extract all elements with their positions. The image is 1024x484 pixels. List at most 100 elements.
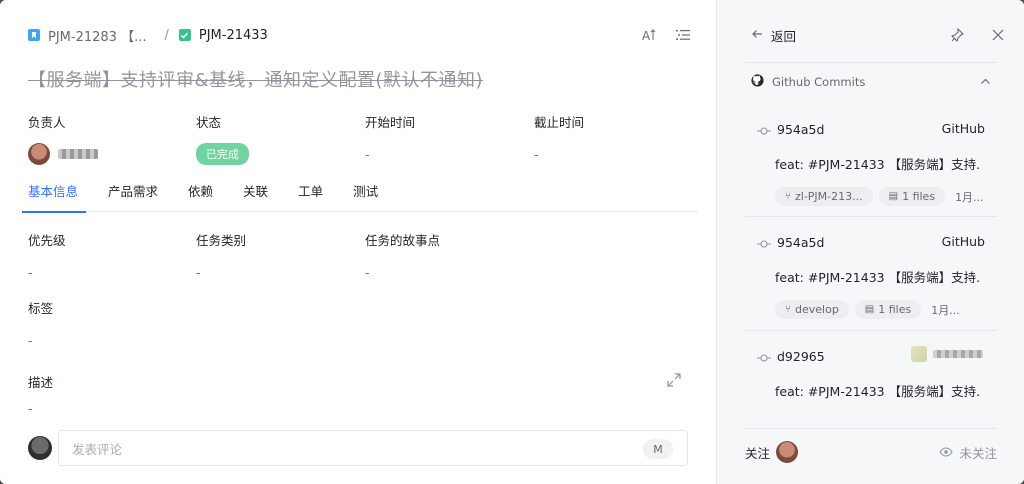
status-label: 状态 (196, 115, 222, 130)
story-points-value: - (365, 265, 370, 280)
pin-icon[interactable] (949, 26, 967, 44)
tags-value: - (28, 333, 33, 348)
commit-message: feat: #PJM-21433 【服务端】支持... (775, 270, 980, 285)
commit-message: feat: #PJM-21433 【服务端】支持... (775, 384, 980, 399)
task-type-value: - (196, 265, 201, 280)
priority-label: 优先级 (28, 233, 66, 248)
breadcrumb-parent-link[interactable]: PJM-21283 【... (48, 26, 146, 45)
task-type-field[interactable]: 任务类别 - (196, 230, 246, 280)
due-date-field[interactable]: 截止时间 - (534, 112, 584, 165)
description-field[interactable]: 描述 - (28, 372, 53, 416)
scroll-fade (745, 404, 997, 428)
close-icon[interactable] (989, 26, 1007, 44)
commit-hash[interactable]: 954a5d (777, 122, 824, 137)
tab-relations[interactable]: 关联 (243, 182, 268, 212)
panel-toolbar (949, 26, 1007, 44)
commit-date: 1月... (955, 190, 984, 204)
commit-date: 1月... (931, 303, 960, 317)
bookmark-icon (28, 29, 40, 41)
chevron-up-icon[interactable] (980, 76, 991, 90)
tab-tickets[interactable]: 工单 (298, 182, 323, 212)
arrow-left-icon (751, 28, 763, 44)
footer-divider (745, 428, 997, 429)
page-title: 【服务端】支持评审&基线，通知定义配置(默认不通知) (28, 70, 484, 91)
follow-bar: 关注 未关注 (745, 438, 997, 466)
header-toolbar: A (640, 26, 692, 44)
start-date-label: 开始时间 (365, 115, 416, 130)
commit-divider (745, 330, 997, 331)
tab-product-requirements[interactable]: 产品需求 (108, 182, 158, 212)
commit-icon (757, 351, 771, 362)
files-chip[interactable]: ▤ 1 files (854, 300, 922, 319)
branch-name: zl-PJM-213... (795, 190, 863, 203)
detail-tabs: 基本信息 产品需求 依赖 关联 工单 测试 (21, 182, 698, 213)
story-points-label: 任务的故事点 (365, 233, 441, 248)
assignee-avatar (28, 143, 50, 165)
status-field[interactable]: 状态 已完成 (196, 112, 249, 165)
commit-icon (757, 237, 771, 248)
font-size-icon[interactable]: A (640, 26, 658, 44)
follower-avatar[interactable] (776, 441, 799, 463)
start-date-value: - (365, 146, 370, 162)
description-value: - (28, 401, 33, 416)
priority-field[interactable]: 优先级 - (28, 230, 66, 280)
breadcrumb: PJM-21283 【... / PJM-21433 (28, 26, 268, 45)
tab-tests[interactable]: 测试 (353, 182, 378, 212)
status-badge[interactable]: 已完成 (196, 143, 249, 165)
git-branch-icon: ⑂ (785, 191, 791, 202)
tab-dependencies[interactable]: 依赖 (188, 182, 213, 212)
svg-text:A: A (642, 29, 651, 43)
tags-label: 标签 (28, 301, 54, 316)
commit-divider (745, 216, 997, 217)
description-label: 描述 (28, 375, 54, 390)
github-commits-title: Github Commits (772, 75, 866, 89)
files-chip[interactable]: ▤ 1 files (878, 187, 946, 206)
github-icon (751, 74, 764, 90)
comment-input[interactable]: 发表评论 M (58, 430, 688, 466)
unfollow-label: 未关注 (959, 445, 997, 461)
commit-hash[interactable]: d92965 (777, 349, 825, 364)
outline-list-icon[interactable] (674, 26, 692, 44)
file-icon: ▤ (888, 191, 899, 202)
branch-name: develop (795, 303, 839, 316)
priority-value: - (28, 265, 33, 280)
commit-hash[interactable]: 954a5d (777, 235, 824, 250)
task-detail-window: PJM-21283 【... / PJM-21433 A 【服务端】支持评审&基… (0, 0, 1024, 484)
task-type-label: 任务类别 (196, 233, 247, 248)
commit-item[interactable]: 954a5d GitHub feat: #PJM-21433 【服务端】支持..… (757, 120, 997, 206)
story-points-field[interactable]: 任务的故事点 - (365, 230, 440, 280)
start-date-field[interactable]: 开始时间 - (365, 112, 415, 165)
back-button[interactable]: 返回 (751, 26, 796, 45)
expand-icon[interactable] (666, 372, 682, 391)
mention-shortcut-badge[interactable]: M (643, 439, 673, 459)
github-commits-header[interactable]: Github Commits (751, 74, 991, 90)
tags-field[interactable]: 标签 - (28, 298, 53, 348)
files-count: 1 files (878, 303, 912, 316)
due-date-value: - (534, 146, 539, 162)
files-count: 1 files (902, 190, 936, 203)
comment-placeholder: 发表评论 (72, 441, 123, 457)
breadcrumb-separator: / (164, 27, 169, 43)
branch-chip[interactable]: ⑂ zl-PJM-213... (775, 187, 873, 206)
panel-divider (745, 62, 997, 63)
commit-item[interactable]: 954a5d GitHub feat: #PJM-21433 【服务端】支持..… (757, 233, 997, 319)
due-date-label: 截止时间 (534, 115, 585, 130)
checkbox-done-icon (178, 29, 191, 41)
tab-basic-info[interactable]: 基本信息 (21, 182, 87, 213)
side-panel: 返回 Github Commits 954a5d GitHub feat: #P… (716, 0, 1024, 484)
task-main-pane: PJM-21283 【... / PJM-21433 A 【服务端】支持评审&基… (0, 0, 716, 484)
eye-icon (939, 445, 954, 460)
commit-source: GitHub (941, 121, 985, 136)
assignee-field[interactable]: 负责人 (28, 112, 98, 165)
breadcrumb-current: PJM-21433 (198, 27, 268, 43)
branch-chip[interactable]: ⑂ develop (775, 300, 849, 319)
commit-icon (757, 124, 771, 135)
current-user-avatar (28, 436, 52, 460)
commit-item[interactable]: d92965 feat: #PJM-21433 【服务端】支持... (757, 345, 997, 400)
back-label: 返回 (771, 29, 797, 44)
follow-label: 关注 (745, 445, 771, 461)
unfollow-button[interactable]: 未关注 (939, 443, 997, 462)
commit-message: feat: #PJM-21433 【服务端】支持... (775, 157, 980, 172)
commit-author-blurred (911, 345, 987, 363)
file-icon: ▤ (864, 304, 875, 315)
